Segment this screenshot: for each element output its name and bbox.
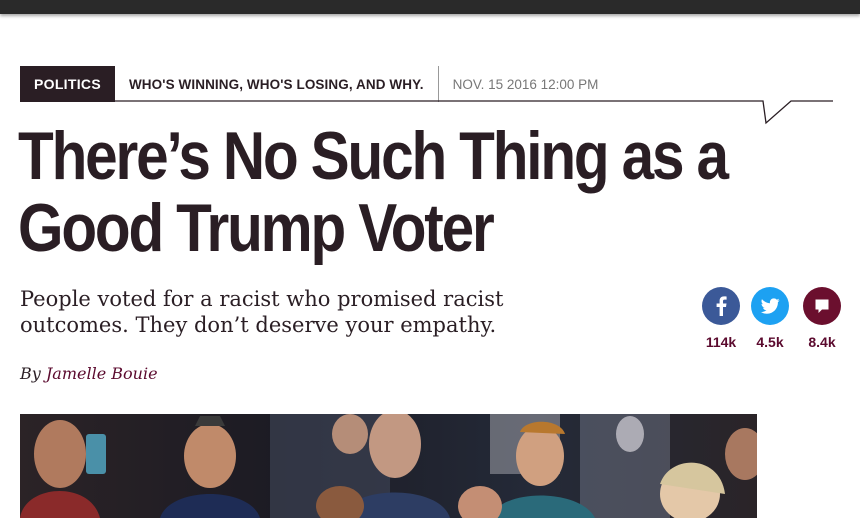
dek-line-1: People voted for a racist who promised r… bbox=[20, 287, 504, 311]
series-link[interactable]: WHO'S WINNING, WHO'S LOSING, AND WHY. bbox=[115, 77, 438, 92]
twitter-share-count: 4.5k bbox=[756, 334, 784, 350]
headline-line-2: Good Trump Voter bbox=[18, 190, 495, 266]
headline-line-1: There’s No Such Thing as a bbox=[18, 118, 729, 194]
twitter-icon bbox=[760, 298, 780, 314]
dek-line-2: outcomes. They don’t deserve your empath… bbox=[20, 313, 497, 337]
author-link[interactable]: Jamelle Bouie bbox=[46, 364, 158, 383]
lead-photo bbox=[20, 414, 757, 518]
twitter-share[interactable]: 4.5k bbox=[747, 287, 793, 350]
comments-button[interactable] bbox=[803, 287, 841, 325]
twitter-share-button[interactable] bbox=[751, 287, 789, 325]
article-kicker: POLITICS WHO'S WINNING, WHO'S LOSING, AN… bbox=[20, 66, 612, 102]
comments-count: 8.4k bbox=[808, 334, 836, 350]
publish-date: NOV. 15 2016 12:00 PM bbox=[452, 76, 599, 92]
facebook-share-button[interactable] bbox=[702, 287, 740, 325]
site-top-bar bbox=[0, 0, 860, 14]
byline-prefix: By bbox=[20, 364, 41, 383]
page-title: There’s No Such Thing as a Good Trump Vo… bbox=[18, 120, 835, 264]
facebook-icon bbox=[716, 296, 727, 316]
article-dek: People voted for a racist who promised r… bbox=[20, 286, 580, 338]
facebook-share[interactable]: 114k bbox=[698, 287, 744, 350]
comments-link[interactable]: 8.4k bbox=[799, 287, 845, 350]
crowd-photo-illustration bbox=[20, 414, 757, 518]
byline: By Jamelle Bouie bbox=[20, 364, 158, 383]
comment-icon bbox=[815, 299, 829, 313]
facebook-share-count: 114k bbox=[705, 334, 737, 350]
section-tag-politics[interactable]: POLITICS bbox=[20, 66, 115, 102]
